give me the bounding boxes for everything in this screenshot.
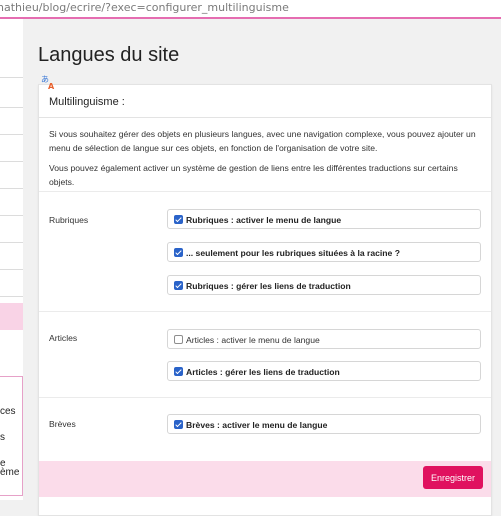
sidebar-fragment[interactable]: ème (0, 467, 19, 478)
form-title: Multilinguisme : (49, 96, 125, 108)
intro-paragraph: Si vous souhaitez gérer des objets en pl… (49, 129, 476, 153)
section-divider (39, 311, 491, 312)
page-title: Langues du site (38, 44, 180, 66)
section-label-rubriques: Rubriques (49, 215, 89, 225)
section-divider (39, 191, 491, 192)
sidebar-divider (0, 269, 23, 270)
option-articles-traduction[interactable]: Articles : gérer les liens de traduction (167, 361, 481, 381)
sidebar-box: ces s e ème (0, 376, 23, 496)
option-label: Articles : gérer les liens de traduction (186, 367, 340, 377)
sidebar-fragment[interactable]: ces (0, 406, 16, 417)
multilingual-form: Multilinguisme : Si vous souhaitez gérer… (38, 84, 492, 516)
left-sidebar: ces s e ème (0, 19, 23, 500)
option-label: Rubriques : activer le menu de langue (186, 215, 342, 225)
sidebar-divider (0, 215, 23, 216)
option-rubriques-menu[interactable]: Rubriques : activer le menu de langue (167, 209, 481, 229)
url-text: nathieu/blog/ecrire/?exec=configurer_mul… (0, 1, 289, 14)
sidebar-divider (0, 107, 23, 108)
option-articles-menu[interactable]: Articles : activer le menu de langue (167, 329, 481, 349)
sidebar-fragment[interactable]: s (0, 432, 5, 443)
option-breves-menu[interactable]: Brèves : activer le menu de langue (167, 414, 481, 434)
section-label-articles: Articles (49, 333, 78, 343)
checkbox[interactable] (174, 215, 183, 224)
sidebar-divider (0, 242, 23, 243)
form-header: Multilinguisme : (39, 85, 491, 118)
checkbox[interactable] (174, 420, 183, 429)
sidebar-divider (0, 161, 23, 162)
svg-text:A: A (48, 82, 55, 90)
save-button[interactable]: Enregistrer (423, 466, 483, 489)
sidebar-divider (0, 77, 23, 78)
checkbox[interactable] (174, 248, 183, 257)
section-divider (39, 397, 491, 398)
translate-icon: あ A (41, 75, 55, 90)
checkbox[interactable] (174, 367, 183, 376)
checkbox[interactable] (174, 281, 183, 290)
option-label: ... seulement pour les rubriques situées… (186, 248, 400, 258)
option-label: Articles : activer le menu de langue (186, 335, 320, 345)
sidebar-item-active[interactable] (0, 303, 23, 330)
option-rubriques-racine[interactable]: ... seulement pour les rubriques situées… (167, 242, 481, 262)
section-label-breves: Brèves (49, 419, 76, 429)
intro-paragraph: Vous pouvez également activer un système… (49, 163, 458, 187)
form-footer: Enregistrer (39, 461, 491, 497)
sidebar-divider (0, 134, 23, 135)
address-bar[interactable]: nathieu/blog/ecrire/?exec=configurer_mul… (0, 0, 501, 19)
option-label: Rubriques : gérer les liens de traductio… (186, 281, 351, 291)
checkbox[interactable] (174, 335, 183, 344)
option-label: Brèves : activer le menu de langue (186, 420, 328, 430)
option-rubriques-traduction[interactable]: Rubriques : gérer les liens de traductio… (167, 275, 481, 295)
sidebar-divider (0, 188, 23, 189)
sidebar-divider (0, 296, 23, 297)
